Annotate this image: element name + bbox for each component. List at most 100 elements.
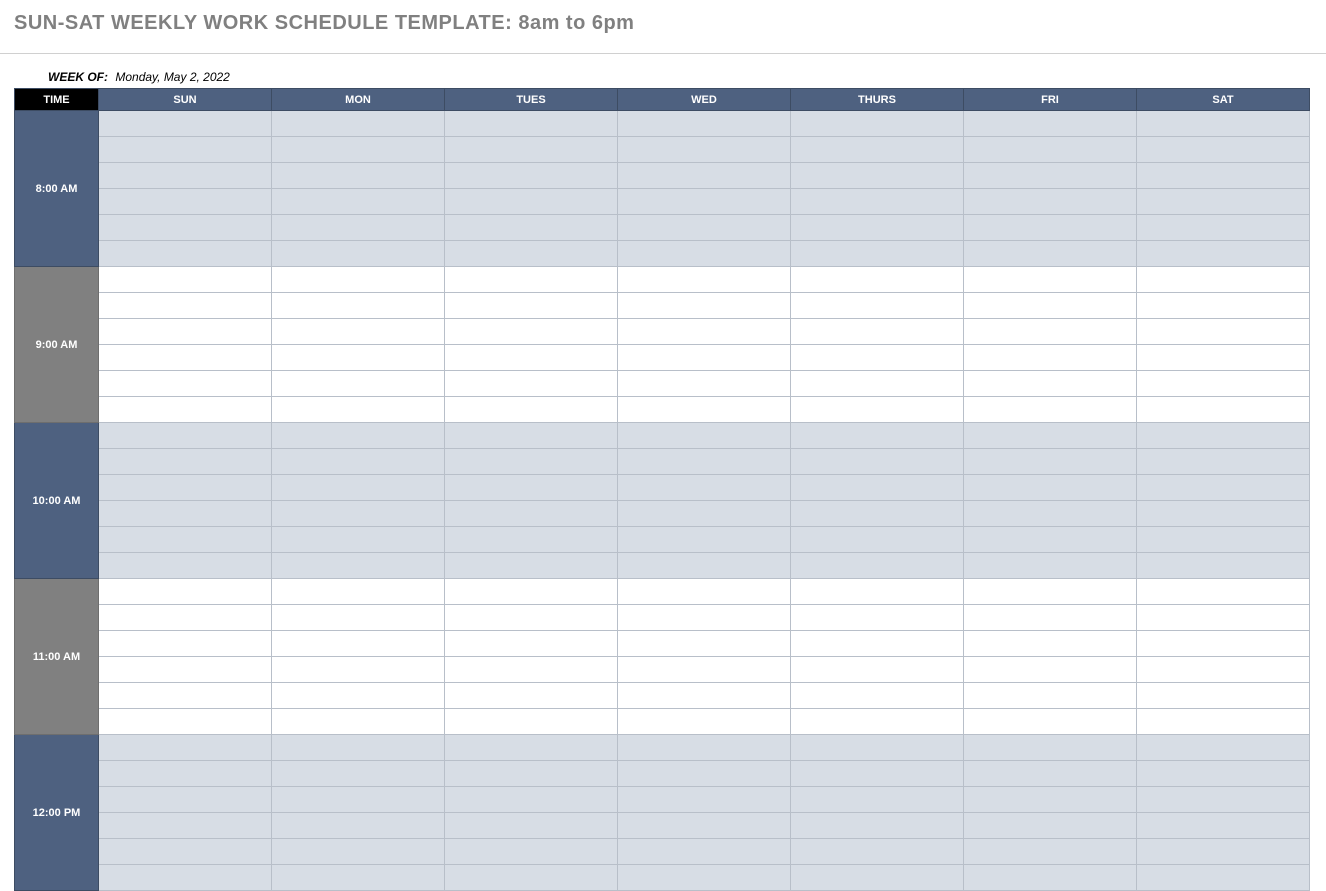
slot-cell[interactable] [99, 345, 272, 371]
slot-cell[interactable] [618, 345, 791, 371]
slot-cell[interactable] [791, 345, 964, 371]
slot-cell[interactable] [964, 137, 1137, 163]
slot-cell[interactable] [99, 163, 272, 189]
slot-cell[interactable] [445, 241, 618, 267]
slot-cell[interactable] [445, 319, 618, 345]
slot-cell[interactable] [618, 189, 791, 215]
slot-cell[interactable] [791, 215, 964, 241]
slot-cell[interactable] [1137, 761, 1310, 787]
slot-cell[interactable] [791, 735, 964, 761]
slot-cell[interactable] [99, 423, 272, 449]
slot-cell[interactable] [1137, 163, 1310, 189]
slot-cell[interactable] [1137, 475, 1310, 501]
slot-cell[interactable] [272, 215, 445, 241]
slot-cell[interactable] [964, 683, 1137, 709]
slot-cell[interactable] [618, 319, 791, 345]
slot-cell[interactable] [964, 111, 1137, 137]
slot-cell[interactable] [272, 423, 445, 449]
slot-cell[interactable] [1137, 865, 1310, 891]
slot-cell[interactable] [618, 267, 791, 293]
slot-cell[interactable] [445, 657, 618, 683]
slot-cell[interactable] [964, 319, 1137, 345]
slot-cell[interactable] [1137, 111, 1310, 137]
slot-cell[interactable] [445, 735, 618, 761]
slot-cell[interactable] [791, 111, 964, 137]
slot-cell[interactable] [791, 241, 964, 267]
slot-cell[interactable] [791, 267, 964, 293]
slot-cell[interactable] [272, 787, 445, 813]
slot-cell[interactable] [1137, 579, 1310, 605]
slot-cell[interactable] [791, 631, 964, 657]
slot-cell[interactable] [272, 345, 445, 371]
slot-cell[interactable] [1137, 397, 1310, 423]
slot-cell[interactable] [99, 371, 272, 397]
slot-cell[interactable] [618, 215, 791, 241]
slot-cell[interactable] [964, 449, 1137, 475]
slot-cell[interactable] [445, 371, 618, 397]
slot-cell[interactable] [1137, 605, 1310, 631]
slot-cell[interactable] [99, 397, 272, 423]
slot-cell[interactable] [618, 865, 791, 891]
slot-cell[interactable] [99, 579, 272, 605]
slot-cell[interactable] [99, 475, 272, 501]
slot-cell[interactable] [445, 267, 618, 293]
slot-cell[interactable] [99, 449, 272, 475]
slot-cell[interactable] [99, 267, 272, 293]
slot-cell[interactable] [618, 527, 791, 553]
slot-cell[interactable] [99, 709, 272, 735]
slot-cell[interactable] [272, 657, 445, 683]
slot-cell[interactable] [964, 657, 1137, 683]
slot-cell[interactable] [1137, 501, 1310, 527]
slot-cell[interactable] [791, 397, 964, 423]
slot-cell[interactable] [791, 319, 964, 345]
slot-cell[interactable] [272, 449, 445, 475]
slot-cell[interactable] [445, 293, 618, 319]
slot-cell[interactable] [964, 813, 1137, 839]
slot-cell[interactable] [964, 865, 1137, 891]
slot-cell[interactable] [1137, 735, 1310, 761]
slot-cell[interactable] [1137, 631, 1310, 657]
slot-cell[interactable] [99, 761, 272, 787]
slot-cell[interactable] [618, 475, 791, 501]
slot-cell[interactable] [272, 111, 445, 137]
slot-cell[interactable] [964, 761, 1137, 787]
slot-cell[interactable] [791, 657, 964, 683]
slot-cell[interactable] [964, 605, 1137, 631]
slot-cell[interactable] [272, 475, 445, 501]
slot-cell[interactable] [1137, 215, 1310, 241]
slot-cell[interactable] [964, 345, 1137, 371]
slot-cell[interactable] [791, 579, 964, 605]
slot-cell[interactable] [272, 735, 445, 761]
slot-cell[interactable] [964, 501, 1137, 527]
slot-cell[interactable] [272, 709, 445, 735]
slot-cell[interactable] [99, 137, 272, 163]
slot-cell[interactable] [964, 579, 1137, 605]
slot-cell[interactable] [99, 839, 272, 865]
slot-cell[interactable] [964, 839, 1137, 865]
slot-cell[interactable] [445, 397, 618, 423]
slot-cell[interactable] [618, 813, 791, 839]
slot-cell[interactable] [272, 293, 445, 319]
slot-cell[interactable] [618, 839, 791, 865]
slot-cell[interactable] [99, 813, 272, 839]
slot-cell[interactable] [964, 267, 1137, 293]
slot-cell[interactable] [618, 709, 791, 735]
slot-cell[interactable] [964, 709, 1137, 735]
slot-cell[interactable] [1137, 709, 1310, 735]
slot-cell[interactable] [618, 111, 791, 137]
slot-cell[interactable] [618, 761, 791, 787]
slot-cell[interactable] [1137, 423, 1310, 449]
slot-cell[interactable] [272, 813, 445, 839]
slot-cell[interactable] [99, 293, 272, 319]
slot-cell[interactable] [99, 241, 272, 267]
slot-cell[interactable] [791, 761, 964, 787]
slot-cell[interactable] [1137, 241, 1310, 267]
slot-cell[interactable] [964, 631, 1137, 657]
slot-cell[interactable] [272, 605, 445, 631]
slot-cell[interactable] [791, 423, 964, 449]
slot-cell[interactable] [99, 111, 272, 137]
slot-cell[interactable] [272, 501, 445, 527]
slot-cell[interactable] [99, 787, 272, 813]
slot-cell[interactable] [272, 579, 445, 605]
slot-cell[interactable] [791, 163, 964, 189]
